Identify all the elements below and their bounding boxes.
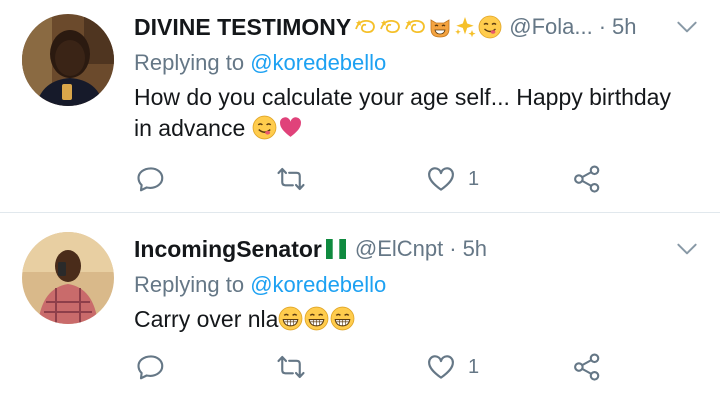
tweet-text-line: How do you calculate your age self... Ha… xyxy=(134,84,671,110)
tweet-header: DIVINE TESTIMONY @Fola... · 5h xyxy=(134,10,700,44)
tweet-content: IncomingSenator @ElCnpt · 5h Replying to… xyxy=(134,232,700,335)
mention-link[interactable]: @koredebello xyxy=(250,272,386,297)
replying-prefix: Replying to xyxy=(134,272,245,297)
tweet-text-line-2: in advance xyxy=(134,113,700,144)
timestamp[interactable]: 5h xyxy=(612,14,636,40)
retweet-icon xyxy=(276,164,306,194)
display-name[interactable]: DIVINE TESTIMONY xyxy=(134,14,351,41)
nigeria-flag-emoji-icon xyxy=(324,237,348,261)
replying-to: Replying to @koredebello xyxy=(134,270,700,300)
reply-button[interactable] xyxy=(136,350,166,384)
yum-emoji-icon xyxy=(252,115,277,140)
heart-icon xyxy=(426,352,456,382)
tweet-text: Carry over nla xyxy=(134,304,700,335)
user-handle[interactable]: @Fola... xyxy=(509,14,592,40)
retweet-button[interactable] xyxy=(276,350,306,384)
tweet-content: DIVINE TESTIMONY @Fola... · 5h Replying … xyxy=(134,10,700,144)
reply-button[interactable] xyxy=(136,162,166,196)
separator: · xyxy=(598,14,607,39)
grin-emoji-icon xyxy=(304,306,329,331)
name-emojis xyxy=(324,237,349,261)
grin-emoji-icon xyxy=(278,306,303,331)
dizzy-emoji-icon xyxy=(378,15,402,39)
display-name[interactable]: IncomingSenator xyxy=(134,236,322,263)
share-button[interactable] xyxy=(572,162,602,196)
tweet-text-line: in advance xyxy=(134,115,246,141)
replying-prefix: Replying to xyxy=(134,50,245,75)
dizzy-emoji-icon xyxy=(403,15,427,39)
share-icon xyxy=(572,164,602,194)
name-emojis xyxy=(353,15,503,39)
user-handle[interactable]: @ElCnpt xyxy=(355,236,443,262)
separator: · xyxy=(449,236,457,261)
tweet-actions: 1 xyxy=(134,350,614,384)
avatar[interactable] xyxy=(22,232,114,324)
tweet[interactable]: IncomingSenator @ElCnpt · 5h Replying to… xyxy=(0,213,720,401)
replying-to: Replying to @koredebello xyxy=(134,48,700,78)
like-button[interactable]: 1 xyxy=(426,350,479,384)
sparkles-emoji-icon xyxy=(453,15,477,39)
share-button[interactable] xyxy=(572,350,602,384)
reply-icon xyxy=(136,164,166,194)
tweet-text-line: Carry over nla xyxy=(134,306,279,332)
tweet-text: How do you calculate your age self... Ha… xyxy=(134,82,700,144)
tweet-header: IncomingSenator @ElCnpt · 5h xyxy=(134,232,700,266)
grinning-cat-emoji-icon xyxy=(428,15,452,39)
heart-icon xyxy=(426,164,456,194)
like-button[interactable]: 1 xyxy=(426,162,479,196)
mention-link[interactable]: @koredebello xyxy=(250,50,386,75)
retweet-button[interactable] xyxy=(276,162,306,196)
like-count: 1 xyxy=(468,167,480,190)
reply-icon xyxy=(136,352,166,382)
heart-emoji-icon xyxy=(278,115,303,140)
grin-emoji-icon xyxy=(330,306,355,331)
like-count: 1 xyxy=(468,355,480,378)
avatar[interactable] xyxy=(22,14,114,106)
yum-emoji-icon xyxy=(478,15,502,39)
retweet-icon xyxy=(276,352,306,382)
tweet[interactable]: DIVINE TESTIMONY @Fola... · 5h Replying … xyxy=(0,0,720,212)
tweet-actions: 1 xyxy=(134,162,614,196)
timestamp[interactable]: 5h xyxy=(463,236,487,262)
share-icon xyxy=(572,352,602,382)
chevron-down-icon[interactable] xyxy=(674,14,700,40)
dizzy-emoji-icon xyxy=(353,15,377,39)
chevron-down-icon[interactable] xyxy=(674,236,700,262)
